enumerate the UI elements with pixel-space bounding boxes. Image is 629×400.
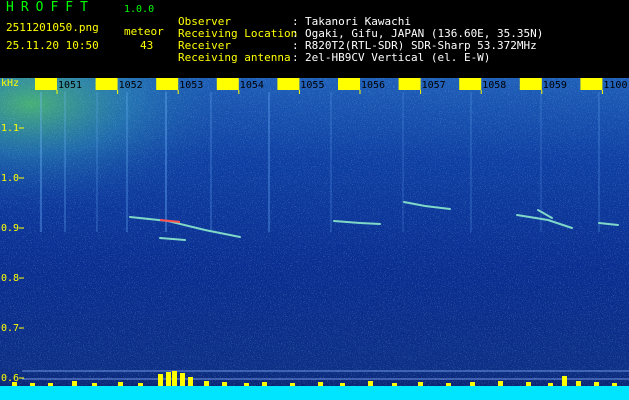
signal-bar (72, 381, 77, 386)
time-tick-label: 1055 (300, 80, 324, 91)
time-tick-box (459, 78, 482, 90)
interference-streak (598, 92, 600, 232)
interference-streak (64, 92, 66, 232)
info-row-observer: Observer: Takanori Kawachi (178, 4, 411, 28)
time-tick-label: 1058 (482, 80, 506, 91)
time-tick-box (580, 78, 603, 90)
time-tick-box (338, 78, 360, 90)
signal-bar (172, 371, 177, 386)
interference-streak (165, 92, 167, 232)
signal-bar (188, 377, 193, 386)
signal-bar (30, 383, 35, 386)
info-label: Receiving antenna (178, 51, 291, 64)
signal-bar (562, 376, 567, 386)
interference-streak (96, 92, 98, 232)
station-info: Observer: Takanori Kawachi Receiving Loca… (178, 4, 543, 64)
signal-bar (138, 383, 143, 386)
info-colon: : (292, 51, 299, 64)
interference-streak (402, 92, 404, 232)
header-panel: HROFFT 1.0.0 2511201050.png 25.11.20 10:… (0, 0, 629, 78)
signal-bar (204, 381, 209, 386)
signal-bar (118, 382, 123, 386)
interference-streak (210, 92, 212, 232)
signal-bar (158, 374, 163, 386)
signal-bar (392, 383, 397, 386)
signal-bar (180, 373, 185, 386)
freq-tick-label: 1.0 (1, 173, 19, 184)
datetime-label: 25.11.20 10:50 (6, 39, 99, 52)
freq-tick-label: 1.1 (1, 123, 19, 134)
time-tick-box (277, 78, 300, 90)
time-tick-box (519, 78, 542, 90)
signal-bar (244, 383, 249, 386)
interference-streak (330, 92, 332, 232)
app-title: HROFFT (6, 0, 95, 15)
interference-streak (470, 92, 472, 232)
freq-tick-label: 0.9 (1, 223, 19, 234)
time-tick-box (35, 78, 57, 90)
signal-bar (222, 382, 227, 386)
noise-speckle (0, 78, 629, 400)
signal-bar (92, 383, 97, 386)
time-tick-label: 1057 (422, 80, 446, 91)
signal-bar (446, 383, 451, 386)
signal-bar (576, 381, 581, 386)
time-tick-box (216, 78, 239, 90)
time-tick-box (156, 78, 179, 90)
freq-unit-label: kHz (1, 78, 19, 89)
time-tick-label: 1059 (543, 80, 567, 91)
signal-bar (470, 382, 475, 386)
interference-streak (268, 92, 270, 232)
filename-label: 2511201050.png (6, 21, 99, 34)
spectrogram: 1051 1052 1053 1054 1055 1056 1057 1058 1059 1100… (0, 78, 629, 400)
signal-bar (526, 382, 531, 386)
signal-bar (548, 383, 553, 386)
time-tick-label: 1051 (58, 80, 82, 91)
signal-bar (166, 372, 171, 386)
signal-bar (498, 381, 503, 386)
signal-bar (612, 383, 617, 386)
signal-bar (262, 382, 267, 386)
freq-tick-label: 0.7 (1, 323, 19, 334)
info-value: 2el-HB9CV Vertical (el. E-W) (305, 51, 491, 64)
time-tick-label: 1056 (361, 80, 385, 91)
info-row-antenna: Receiving antenna:2el-HB9CV Vertical (el… (178, 40, 490, 64)
baseline-band (0, 386, 629, 400)
interference-streak (126, 92, 128, 232)
signal-bar (368, 381, 373, 386)
time-tick-label: 1053 (179, 80, 203, 91)
signal-bar (594, 382, 599, 386)
meteor-count: 43 (140, 39, 154, 52)
version-label: 1.0.0 (124, 4, 155, 15)
signal-bar (340, 383, 345, 386)
time-tick-label: 1052 (119, 80, 143, 91)
time-tick-label: 1054 (240, 80, 264, 91)
signal-bar (290, 383, 295, 386)
interference-streak (40, 92, 42, 232)
meteor-label: meteor (124, 25, 164, 38)
signal-bar (418, 382, 423, 386)
time-tick-box (95, 78, 118, 90)
signal-bar (318, 382, 323, 386)
time-tick-box (398, 78, 421, 90)
freq-tick-label: 0.6 (1, 373, 19, 384)
signal-bar (48, 383, 53, 386)
info-row-location: Receiving Location: Ogaki, Gifu, JAPAN (1… (178, 16, 543, 40)
freq-tick-label: 0.8 (1, 273, 19, 284)
time-tick-label: 1100 (603, 80, 627, 91)
info-row-receiver: Receiver: R820T2(RTL-SDR) SDR-Sharp 53.37… (178, 28, 537, 52)
